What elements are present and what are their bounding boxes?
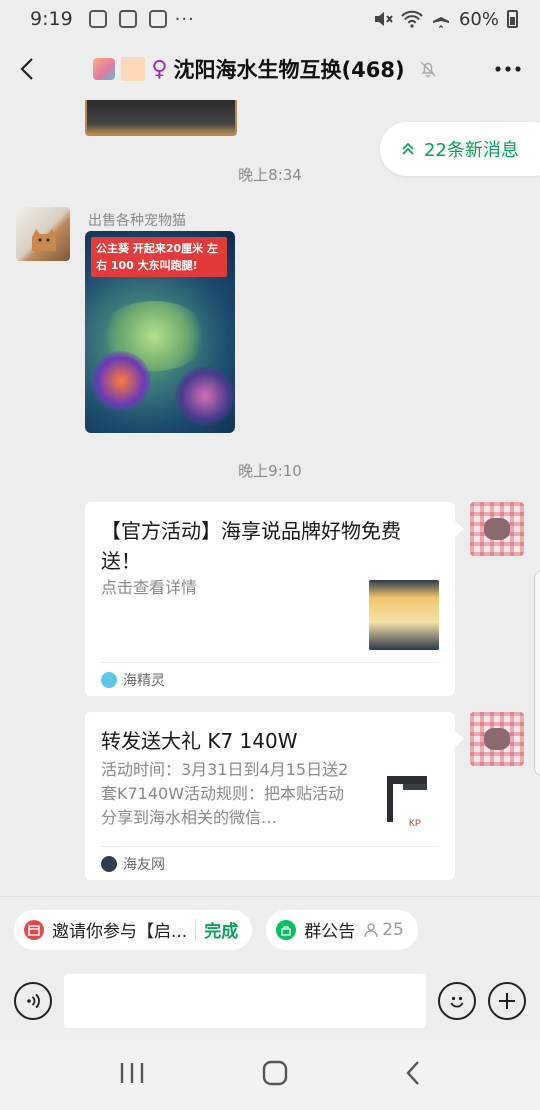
image-caption: 公主葵 开起来20厘米 左右 100 大东叫跑腿! (91, 237, 227, 277)
status-time: 9:19 (30, 8, 73, 30)
app-icon (148, 10, 167, 28)
home-icon (262, 1060, 288, 1086)
notice-label: 群公告 (304, 922, 356, 942)
back-button[interactable] (0, 38, 54, 100)
sender-avatar[interactable] (470, 712, 524, 766)
cat-avatar-icon (32, 229, 56, 251)
plus-icon (499, 993, 515, 1009)
timestamp: 晚上9:10 (238, 462, 302, 480)
invite-chip[interactable]: 邀请你参与【启... 完成 (14, 909, 253, 950)
sender-name: 出售各种宠物猫 (88, 213, 186, 229)
mute-icon (374, 12, 393, 26)
muted-bell-icon (420, 61, 436, 78)
timestamp: 晚上8:34 (238, 166, 302, 184)
card-thumbnail (369, 580, 439, 650)
more-dots-icon (495, 66, 521, 72)
female-symbol: ♀ (151, 56, 168, 82)
chat-header: ♀ 沈阳海水生物互换(468) (0, 38, 540, 100)
product-light-icon: KP (387, 776, 427, 828)
group-name: 沈阳海水生物互换(468) (173, 58, 405, 82)
input-bar (0, 962, 540, 1040)
chat-area[interactable]: 22条新消息 晚上8:34 出售各种宠物猫 公主葵 开起来20厘米 左右 100… (0, 100, 540, 896)
translate-icon (118, 10, 137, 28)
mermaid-emoji-icon (93, 58, 116, 80)
more-notifications-icon: ··· (174, 8, 195, 30)
sender-avatar-cat[interactable] (16, 207, 70, 261)
invite-label: 邀请你参与【启... (52, 922, 188, 942)
scroll-handle[interactable] (534, 570, 540, 776)
group-notice-chip[interactable]: 群公告 25 (266, 909, 418, 950)
message-input[interactable] (64, 974, 426, 1028)
home-button[interactable] (262, 1060, 288, 1090)
emoji-button[interactable] (438, 982, 476, 1020)
airplane-icon (432, 10, 449, 28)
wifi-icon (401, 10, 423, 28)
card-title: 【官方活动】海享说品牌好物免费送！ (101, 519, 401, 573)
coral-image-message[interactable]: 公主葵 开起来20厘米 左右 100 大东叫跑腿! (85, 231, 235, 433)
square-emoji-icon (121, 57, 146, 81)
card-source: 海精灵 (123, 672, 165, 689)
notice-icon (276, 919, 297, 940)
card-desc: 活动时间：3月31日到4月15日送2套K7140W活动规则：把本贴活动分享到海水… (101, 760, 349, 827)
card-source: 海友网 (123, 856, 165, 873)
previous-image-message[interactable] (85, 100, 237, 136)
recent-apps-icon (120, 1063, 143, 1083)
link-card[interactable]: 转发送大礼 K7 140W 活动时间：3月31日到4月15日送2套K7140W活… (85, 712, 464, 880)
smile-icon (450, 996, 464, 1008)
link-card[interactable]: 【官方活动】海享说品牌好物免费送！ 点击查看详情 海精灵 (85, 502, 464, 696)
person-icon (364, 922, 378, 937)
recent-apps-button[interactable] (119, 1062, 145, 1088)
source-app-icon (101, 855, 117, 872)
battery-percent: 60% (458, 8, 499, 30)
chat-title: ♀ 沈阳海水生物互换(468) (54, 54, 476, 84)
card-desc: 点击查看详情 (101, 578, 198, 597)
svg-text:KP: KP (409, 818, 421, 828)
status-bar: 9:19 ··· 60% (0, 0, 540, 38)
double-chevron-up-icon (402, 142, 414, 155)
done-button[interactable]: 完成 (204, 917, 238, 942)
card-thumbnail: KP (369, 766, 439, 836)
source-app-icon (101, 671, 117, 688)
calendar-icon (24, 919, 44, 940)
system-back-button[interactable] (405, 1060, 421, 1090)
voice-icon (27, 993, 40, 1009)
plus-button[interactable] (488, 982, 526, 1020)
battery-icon (507, 10, 518, 28)
new-messages-label: 22条新消息 (424, 140, 519, 161)
more-options-button[interactable] (476, 38, 540, 100)
card-title: 转发送大礼 K7 140W (101, 729, 298, 753)
upload-icon (88, 10, 107, 28)
quick-chips: 邀请你参与【启... 完成 群公告 25 (0, 896, 540, 962)
system-nav-bar (0, 1040, 540, 1110)
notice-count: 25 (382, 919, 404, 940)
back-arrow-icon (20, 58, 33, 80)
voice-button[interactable] (14, 982, 52, 1020)
sender-avatar[interactable] (470, 502, 524, 556)
system-back-icon (406, 1061, 420, 1085)
